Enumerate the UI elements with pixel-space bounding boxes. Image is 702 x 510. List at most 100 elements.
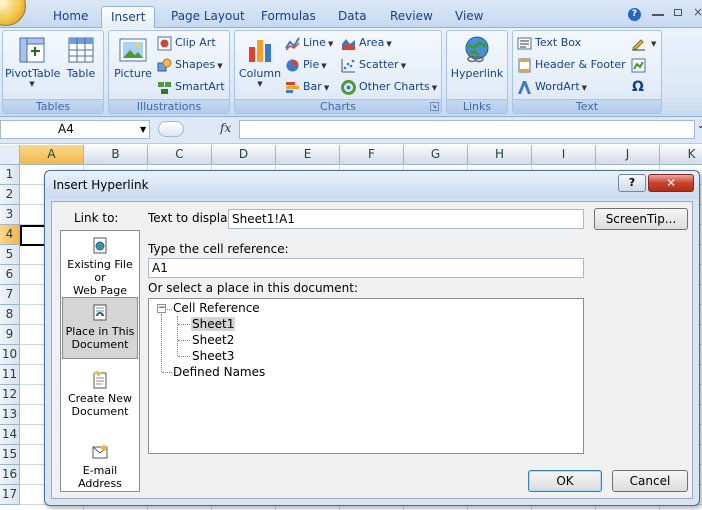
group-tables: PivotTable ▼ Table Tables <box>2 30 104 114</box>
object-button[interactable] <box>631 55 649 75</box>
help-icon[interactable]: ? <box>628 8 641 21</box>
name-box[interactable]: A4 <box>0 120 150 139</box>
chevron-down-icon: ▼ <box>327 40 334 48</box>
link-to-create-new-line2: Document <box>71 405 129 418</box>
pie-chart-button[interactable]: Pie ▼ <box>285 55 327 75</box>
link-to-create-new-document[interactable]: Create New Document <box>62 371 138 423</box>
row-header-9[interactable]: 9 <box>0 325 20 345</box>
tab-insert[interactable]: Insert <box>101 6 156 29</box>
row-header-12[interactable]: 12 <box>0 385 20 405</box>
tree-node-sheet1[interactable]: Sheet1 <box>191 317 236 331</box>
column-header-d[interactable]: D <box>212 145 276 165</box>
row-header-13[interactable]: 13 <box>0 405 20 425</box>
chevron-down-icon[interactable]: ▼ <box>140 125 146 134</box>
other-charts-button[interactable]: Other Charts ▼ <box>341 77 437 97</box>
clip-art-button[interactable]: Clip Art <box>157 33 216 53</box>
shapes-button[interactable]: Shapes ▼ <box>157 55 223 75</box>
cell-reference-input[interactable]: A1 <box>148 258 584 278</box>
row-header-7[interactable]: 7 <box>0 285 20 305</box>
row-header-10[interactable]: 10 <box>0 345 20 365</box>
column-header-c[interactable]: C <box>148 145 212 165</box>
chevron-down-icon[interactable]: ⌄ <box>697 121 702 131</box>
tree-node-sheet3[interactable]: Sheet3 <box>192 349 234 363</box>
link-to-place-in-document[interactable]: Place in This Document <box>62 297 138 359</box>
row-header-8[interactable]: 8 <box>0 305 20 325</box>
column-header-f[interactable]: F <box>340 145 404 165</box>
wordart-label: WordArt <box>535 80 580 93</box>
tree-node-defined-names[interactable]: Defined Names <box>173 365 265 379</box>
row-header-11[interactable]: 11 <box>0 365 20 385</box>
select-all-corner[interactable] <box>0 145 20 165</box>
picture-button[interactable]: Picture <box>111 33 155 99</box>
text-to-display-input[interactable]: Sheet1!A1 <box>228 209 584 229</box>
office-button[interactable] <box>0 0 26 26</box>
dialog-titlebar[interactable]: Insert Hyperlink ? ✕ <box>45 171 699 199</box>
tree-node-cell-reference[interactable]: Cell Reference <box>173 301 260 315</box>
dialog-body: Link to: Existing File or Web Page Place… <box>51 201 693 499</box>
row-header-5[interactable]: 5 <box>0 245 20 265</box>
row-header-6[interactable]: 6 <box>0 265 20 285</box>
tab-page-layout[interactable]: Page Layout <box>162 6 254 28</box>
header-footer-button[interactable]: Header & Footer <box>517 55 626 75</box>
scatter-label: Scatter <box>359 58 399 71</box>
tree-node-sheet2[interactable]: Sheet2 <box>192 333 234 347</box>
link-to-email-address[interactable]: E-mail Address <box>62 443 138 490</box>
column-chart-button[interactable]: Column ▼ <box>237 33 283 99</box>
scatter-chart-button[interactable]: Scatter ▼ <box>341 55 406 75</box>
symbol-button[interactable]: Ω <box>632 77 644 97</box>
tab-formulas[interactable]: Formulas <box>252 6 325 28</box>
group-illustrations: Picture Clip Art Shapes ▼ SmartArt Illust… <box>108 30 230 114</box>
minimize-icon[interactable] <box>652 10 664 16</box>
signature-line-button[interactable]: ▼ <box>631 33 656 53</box>
tab-review[interactable]: Review <box>381 6 442 28</box>
column-header-j[interactable]: J <box>596 145 660 165</box>
area-chart-button[interactable]: Area ▼ <box>341 33 392 53</box>
pivottable-button[interactable]: PivotTable ▼ <box>5 33 60 99</box>
row-header-3[interactable]: 3 <box>0 205 20 225</box>
chevron-down-icon: ▼ <box>323 84 330 92</box>
row-header-4[interactable]: 4 <box>0 225 20 245</box>
close-window-icon[interactable]: × <box>693 5 702 19</box>
smartart-button[interactable]: SmartArt <box>157 77 225 97</box>
group-label-text: Text <box>513 99 661 113</box>
tab-home[interactable]: Home <box>44 6 97 28</box>
column-header-h[interactable]: H <box>468 145 532 165</box>
row-header-14[interactable]: 14 <box>0 425 20 445</box>
collapse-icon[interactable]: − <box>157 304 166 313</box>
row-header-1[interactable]: 1 <box>0 165 20 185</box>
text-box-button[interactable]: Text Box <box>517 33 581 53</box>
formula-input[interactable] <box>239 120 695 139</box>
column-header-e[interactable]: E <box>276 145 340 165</box>
ok-button[interactable]: OK <box>528 470 602 492</box>
row-header-15[interactable]: 15 <box>0 445 20 465</box>
column-header-i[interactable]: I <box>532 145 596 165</box>
bar-chart-button[interactable]: Bar ▼ <box>285 77 329 97</box>
wordart-button[interactable]: WordArt ▼ <box>517 77 587 97</box>
tab-data[interactable]: Data <box>329 6 376 28</box>
link-to-existing-file[interactable]: Existing File or Web Page <box>62 237 138 297</box>
restore-icon[interactable] <box>674 9 682 16</box>
dialog-help-button[interactable]: ? <box>618 174 646 192</box>
column-header-k[interactable]: K <box>660 145 702 165</box>
insert-function-icon[interactable]: fx <box>220 121 231 135</box>
screentip-button[interactable]: ScreenTip... <box>594 208 688 230</box>
hyperlink-button[interactable]: Hyperlink <box>449 33 505 99</box>
formula-resize-handle[interactable] <box>158 121 184 137</box>
formula-controls: fx <box>154 120 238 139</box>
column-header-a[interactable]: A <box>20 145 84 165</box>
charts-dialog-launcher-icon[interactable]: ↘ <box>430 102 439 111</box>
row-header-17[interactable]: 17 <box>0 485 20 505</box>
column-header-b[interactable]: B <box>84 145 148 165</box>
place-tree[interactable]: − Cell Reference Sheet1 Sheet2 Sheet3 De… <box>148 298 584 454</box>
row-header-16[interactable]: 16 <box>0 465 20 485</box>
formula-bar: A4 ▼ fx ⌄ <box>0 117 702 144</box>
tab-view[interactable]: View <box>446 6 492 28</box>
smartart-label: SmartArt <box>175 80 225 93</box>
line-chart-button[interactable]: Line ▼ <box>285 33 333 53</box>
cancel-button[interactable]: Cancel <box>612 470 688 492</box>
column-header-g[interactable]: G <box>404 145 468 165</box>
table-button[interactable]: Table <box>61 33 101 99</box>
dialog-close-button[interactable]: ✕ <box>648 174 694 192</box>
row-header-2[interactable]: 2 <box>0 185 20 205</box>
pie-label: Pie <box>303 58 320 71</box>
